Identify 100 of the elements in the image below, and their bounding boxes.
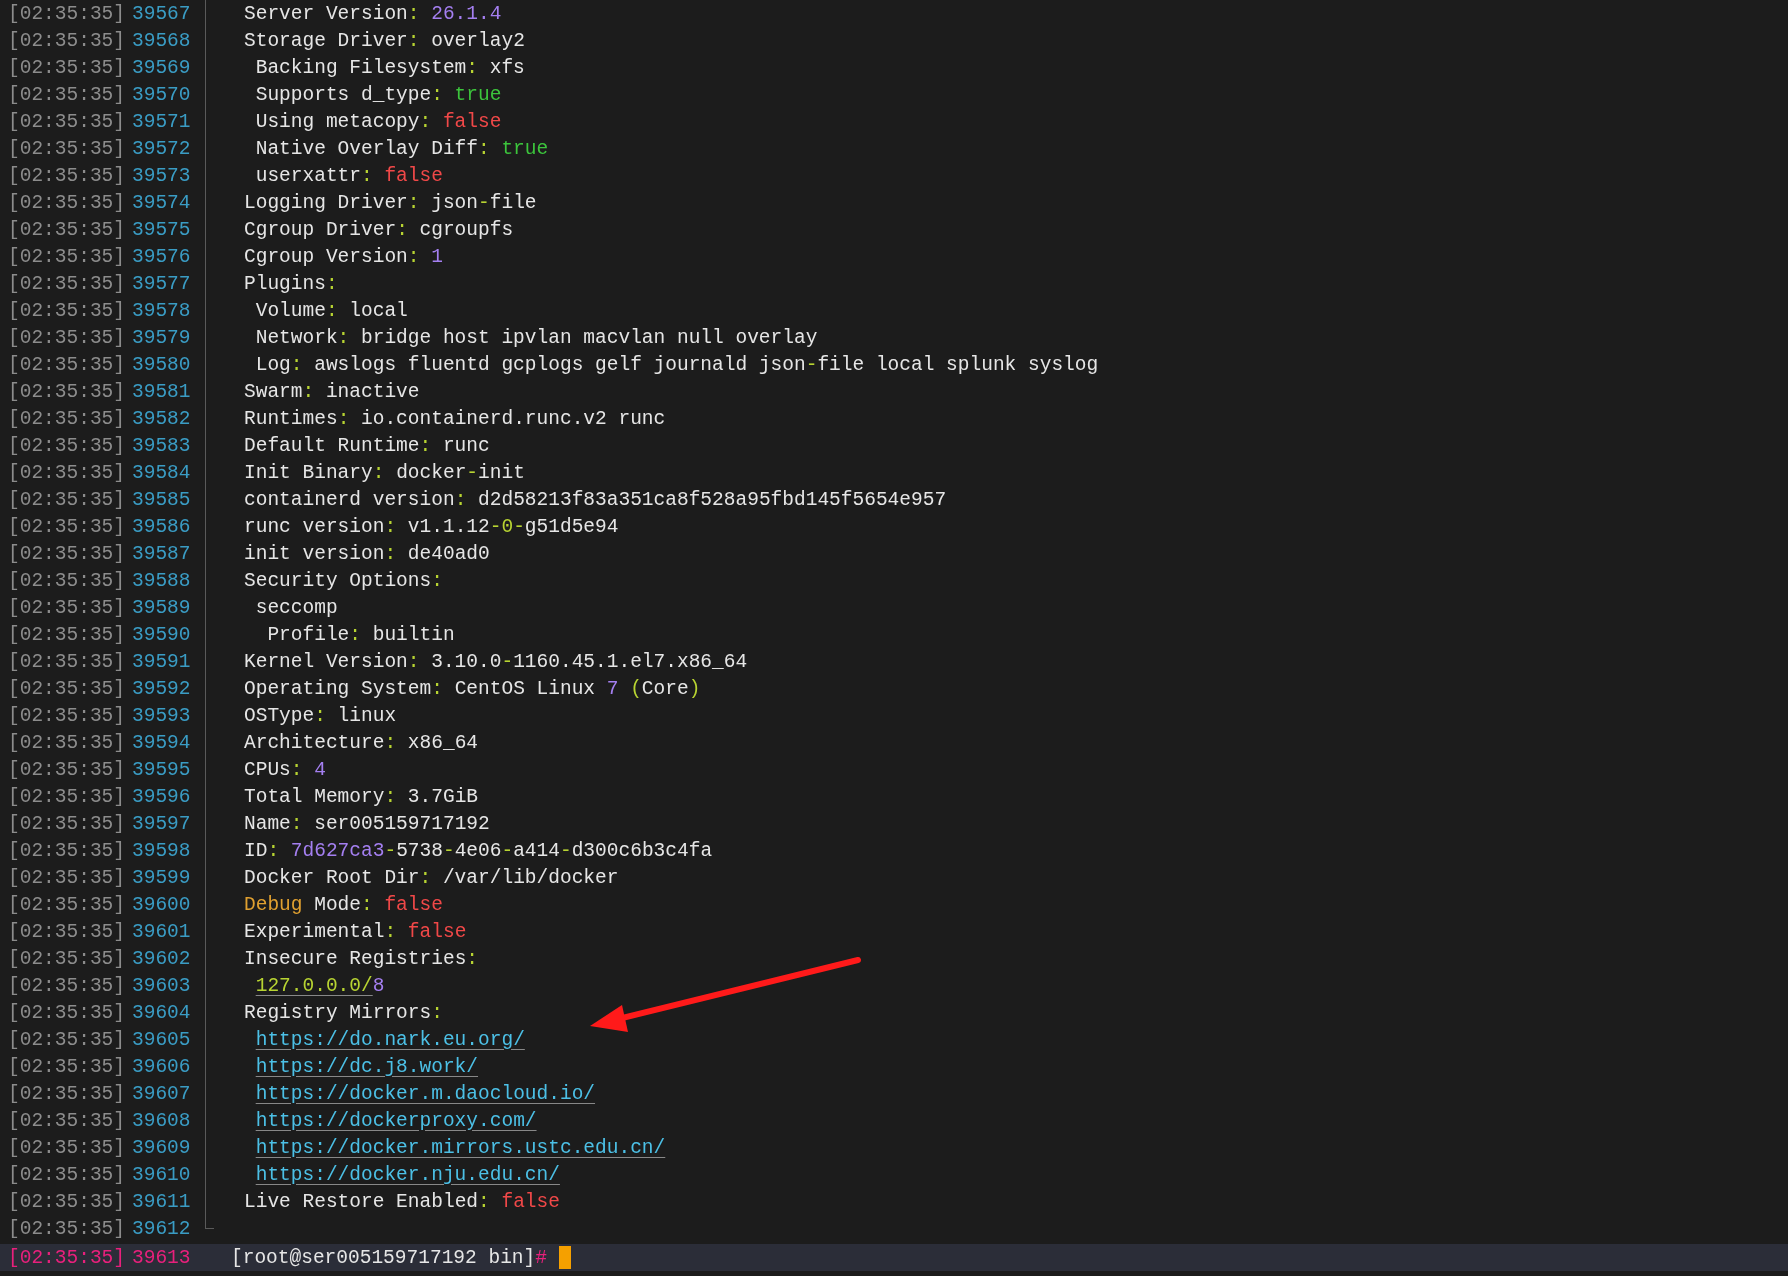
timestamp: [02:35:35] — [8, 731, 127, 754]
timestamp: [02:35:35] — [8, 380, 127, 403]
output-line: Log: awslogs fluentd gcplogs gelf journald json-file local splunk syslog — [255, 353, 1099, 376]
timestamp: [02:35:35] — [8, 1246, 127, 1269]
url-link[interactable]: https://docker.nju.edu.cn/ — [255, 1163, 560, 1186]
shell-prompt: [root@ser005159717192 bin]# — [231, 1246, 547, 1269]
url-link[interactable]: https://docker.mirrors.ustc.edu.cn/ — [255, 1136, 666, 1159]
line-number: 39589 — [132, 596, 192, 619]
timestamp: [02:35:35] — [8, 272, 127, 295]
timestamp: [02:35:35] — [8, 191, 127, 214]
output-line: Logging Driver: json-file — [244, 191, 537, 214]
line-number: 39568 — [132, 29, 192, 52]
output-line: Native Overlay Diff: true — [255, 137, 549, 160]
url-link[interactable]: https://docker.m.daocloud.io/ — [255, 1082, 596, 1105]
timestamp: [02:35:35] — [8, 299, 127, 322]
timestamp: [02:35:35] — [8, 623, 127, 646]
timestamp: [02:35:35] — [8, 974, 127, 997]
output-line: CPUs: 4 — [244, 758, 326, 781]
line-number: 39592 — [132, 677, 192, 700]
timestamp: [02:35:35] — [8, 137, 127, 160]
timestamp: [02:35:35] — [8, 893, 127, 916]
text-cursor — [558, 1246, 571, 1269]
line-number: 39586 — [132, 515, 192, 538]
timestamp: [02:35:35] — [8, 29, 127, 52]
timestamp: [02:35:35] — [8, 488, 127, 511]
output-line: Architecture: x86_64 — [244, 731, 479, 754]
timestamp: [02:35:35] — [8, 461, 127, 484]
line-number: 39598 — [132, 839, 192, 862]
line-number: 39607 — [132, 1082, 192, 1105]
timestamp: [02:35:35] — [8, 56, 127, 79]
timestamp: [02:35:35] — [8, 839, 127, 862]
timestamp: [02:35:35] — [8, 1190, 127, 1213]
output-line: Plugins: — [244, 272, 338, 295]
timestamp: [02:35:35] — [8, 920, 127, 943]
line-number: 39572 — [132, 137, 192, 160]
output-line: Server Version: 26.1.4 — [244, 2, 502, 25]
timestamp: [02:35:35] — [8, 1217, 127, 1240]
timestamp: [02:35:35] — [8, 1001, 127, 1024]
timestamp: [02:35:35] — [8, 1136, 127, 1159]
output-line: Cgroup Driver: cgroupfs — [244, 218, 514, 241]
line-number: 39601 — [132, 920, 192, 943]
timestamp: [02:35:35] — [8, 704, 127, 727]
timestamp: [02:35:35] — [8, 596, 127, 619]
timestamp: [02:35:35] — [8, 542, 127, 565]
line-number: 39567 — [132, 2, 192, 25]
line-number: 39590 — [132, 623, 192, 646]
line-number: 39608 — [132, 1109, 192, 1132]
output-line: Debug Mode: false — [244, 893, 443, 916]
line-number: 39579 — [132, 326, 192, 349]
line-number: 39573 — [132, 164, 192, 187]
output-line: OSType: linux — [244, 704, 397, 727]
line-number: 39605 — [132, 1028, 192, 1051]
line-number: 39599 — [132, 866, 192, 889]
line-number: 39600 — [132, 893, 192, 916]
url-link[interactable]: https://do.nark.eu.org/ — [255, 1028, 525, 1051]
output-text: 8 — [372, 974, 385, 997]
timestamp: [02:35:35] — [8, 677, 127, 700]
timestamp: [02:35:35] — [8, 812, 127, 835]
output-line: containerd version: d2d58213f83a351ca8f528a95fbd145f5654e957 — [244, 488, 947, 511]
line-number: 39596 — [132, 785, 192, 808]
timestamp: [02:35:35] — [8, 515, 127, 538]
line-number: 39603 — [132, 974, 192, 997]
timestamp: [02:35:35] — [8, 434, 127, 457]
timestamp: [02:35:35] — [8, 164, 127, 187]
line-number: 39593 — [132, 704, 192, 727]
output-line: init version: de40ad0 — [244, 542, 490, 565]
timestamp: [02:35:35] — [8, 407, 127, 430]
line-number: 39583 — [132, 434, 192, 457]
output-line: runc version: v1.1.12-0-g51d5e94 — [244, 515, 619, 538]
line-number: 39613 — [132, 1246, 192, 1269]
line-number: 39594 — [132, 731, 192, 754]
line-number: 39574 — [132, 191, 192, 214]
url-link[interactable]: 127.0.0.0/ — [255, 974, 373, 997]
line-number: 39588 — [132, 569, 192, 592]
line-number: 39570 — [132, 83, 192, 106]
timestamp: [02:35:35] — [8, 1109, 127, 1132]
line-number: 39577 — [132, 272, 192, 295]
output-line: Network: bridge host ipvlan macvlan null overlay — [255, 326, 818, 349]
url-link[interactable]: https://dockerproxy.com/ — [255, 1109, 537, 1132]
output-line: Total Memory: 3.7GiB — [244, 785, 479, 808]
output-line: Backing Filesystem: xfs — [255, 56, 525, 79]
url-link[interactable]: https://dc.j8.work/ — [255, 1055, 479, 1078]
timestamp: [02:35:35] — [8, 650, 127, 673]
output-line: userxattr: false — [255, 164, 443, 187]
timestamp: [02:35:35] — [8, 326, 127, 349]
line-number: 39571 — [132, 110, 192, 133]
line-number: 39591 — [132, 650, 192, 673]
timestamp: [02:35:35] — [8, 1082, 127, 1105]
timestamp: [02:35:35] — [8, 1028, 127, 1051]
output-line: Using metacopy: false — [255, 110, 502, 133]
line-number: 39597 — [132, 812, 192, 835]
output-line: Supports d_type: true — [255, 83, 502, 106]
line-number: 39581 — [132, 380, 192, 403]
output-line: Experimental: false — [244, 920, 467, 943]
line-number: 39580 — [132, 353, 192, 376]
output-line: Docker Root Dir: /var/lib/docker — [244, 866, 619, 889]
line-number: 39575 — [132, 218, 192, 241]
line-number: 39585 — [132, 488, 192, 511]
output-line: Swarm: inactive — [244, 380, 420, 403]
output-line: Registry Mirrors: — [244, 1001, 443, 1024]
